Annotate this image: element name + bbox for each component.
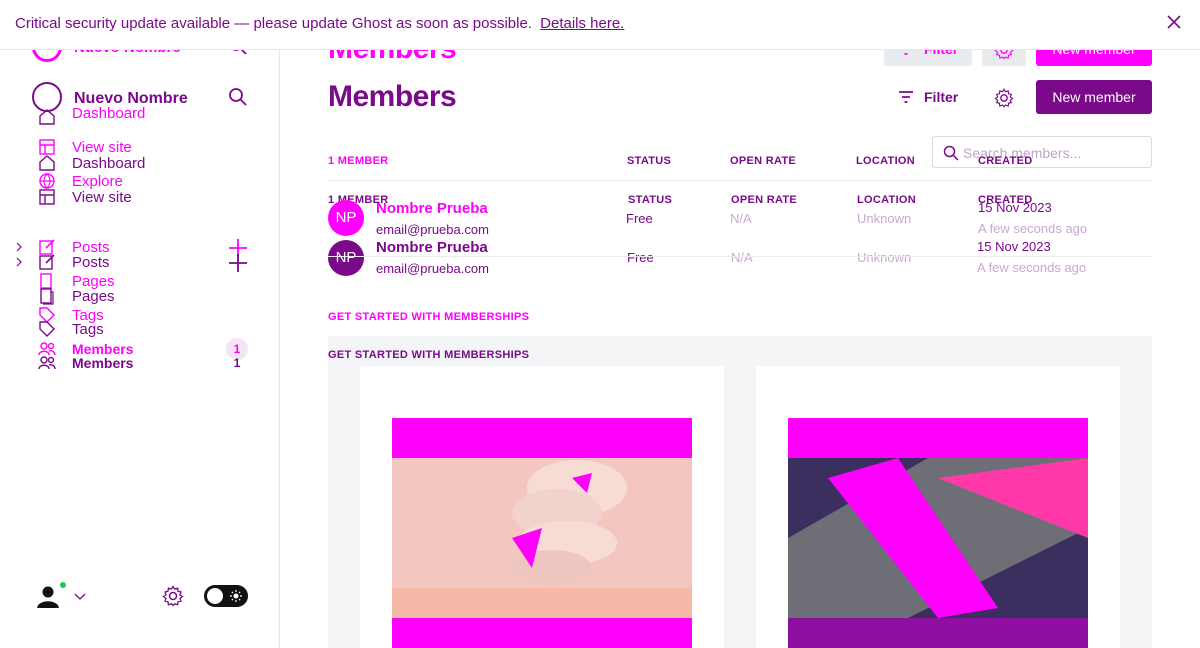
sidebar-item-label: Pages [72,288,115,305]
members-count-badge: 1 [233,356,241,370]
sidebar: Nuevo Nombre Nuevo Nombre Dashboard View… [0,0,280,648]
member-email: email@prueba.com [376,222,489,237]
banner-details-link[interactable]: Details here. [540,15,624,32]
online-status-dot [58,580,68,590]
sidebar-item-tags[interactable]: Tags [38,320,248,338]
plus-icon[interactable] [228,253,248,273]
get-started-heading: GET STARTED WITH MEMBERSHIPS [328,311,530,323]
member-created-date: 15 Nov 2023 [977,239,1051,254]
get-started-heading: GET STARTED WITH MEMBERSHIPS [328,349,530,361]
dark-mode-toggle[interactable] [204,585,248,607]
sidebar-item-pages[interactable]: Pages [38,287,248,305]
sun-icon [230,590,242,602]
membership-card[interactable] [360,366,724,648]
sidebar-item-label: Posts [72,254,110,271]
filter-label: Filter [924,89,959,105]
security-banner: Critical security update available — ple… [0,0,1200,50]
new-member-button[interactable]: New member [1036,80,1152,114]
sidebar-item-label: Dashboard [72,105,146,122]
column-header-members[interactable]: 1 MEMBER [328,155,388,167]
card-illustration-image [392,418,692,648]
header-divider [328,180,1152,181]
member-name: Nombre Prueba [376,239,488,256]
member-status: Free [626,211,653,226]
page-icon [40,288,54,305]
sidebar-item-label: Tags [72,321,104,338]
member-location: Unknown [857,211,912,226]
table-row[interactable]: NP Nombre Prueba email@prueba.com Free N… [328,239,1152,279]
filter-icon [899,91,913,103]
card-illustration-image [788,418,1088,648]
toggle-knob [207,588,223,604]
column-header-location[interactable]: LOCATION [856,155,915,167]
member-created-date: 15 Nov 2023 [978,200,1052,215]
sidebar-item-label: View site [72,189,132,206]
new-member-label: New member [1052,89,1136,105]
sidebar-item-view-site[interactable]: View site [38,188,248,206]
tag-icon [39,321,55,337]
gear-icon[interactable] [162,585,184,607]
home-icon [39,155,55,171]
table-row[interactable]: NP Nombre Prueba email@prueba.com Free N… [328,200,1152,240]
search-members-box[interactable] [932,136,1152,168]
member-status: Free [627,250,654,265]
membership-card[interactable] [756,366,1120,648]
search-icon [943,145,959,161]
member-avatar: NP [328,200,364,236]
filter-button[interactable]: Filter [884,80,972,114]
chevron-down-icon[interactable] [74,590,86,602]
sidebar-item-dashboard[interactable]: Dashboard [38,154,248,172]
member-created-ago: A few seconds ago [977,260,1087,275]
home-icon [39,109,55,125]
member-email: email@prueba.com [376,261,489,276]
page-title: Members [328,80,457,113]
settings-button[interactable] [982,80,1026,114]
sidebar-item-posts[interactable]: Posts [38,253,248,271]
column-header-open-rate[interactable]: OPEN RATE [730,155,796,167]
edit-icon [39,254,55,270]
member-avatar: NP [328,240,364,276]
member-created-ago: A few seconds ago [978,221,1088,236]
member-location: Unknown [857,250,912,265]
banner-text: Critical security update available — ple… [15,15,624,32]
users-icon [38,356,56,370]
chevron-right-icon[interactable] [14,257,24,267]
column-header-status[interactable]: STATUS [627,155,671,167]
column-header-created[interactable]: CREATED [978,155,1032,167]
chevron-right-icon[interactable] [14,242,24,252]
sidebar-item-label: Members [72,355,134,371]
banner-message: Critical security update available — ple… [15,15,532,32]
member-open-rate: N/A [731,250,753,265]
sidebar-item-dashboard-ghost[interactable]: Dashboard [38,104,248,125]
gear-icon [994,88,1014,108]
layout-icon [39,189,55,205]
member-open-rate: N/A [730,211,752,226]
sidebar-item-label: Dashboard [72,155,146,172]
sidebar-item-members[interactable]: Members [38,354,248,372]
row-divider [328,256,1152,257]
member-name: Nombre Prueba [376,200,488,217]
close-icon[interactable] [1166,14,1182,30]
